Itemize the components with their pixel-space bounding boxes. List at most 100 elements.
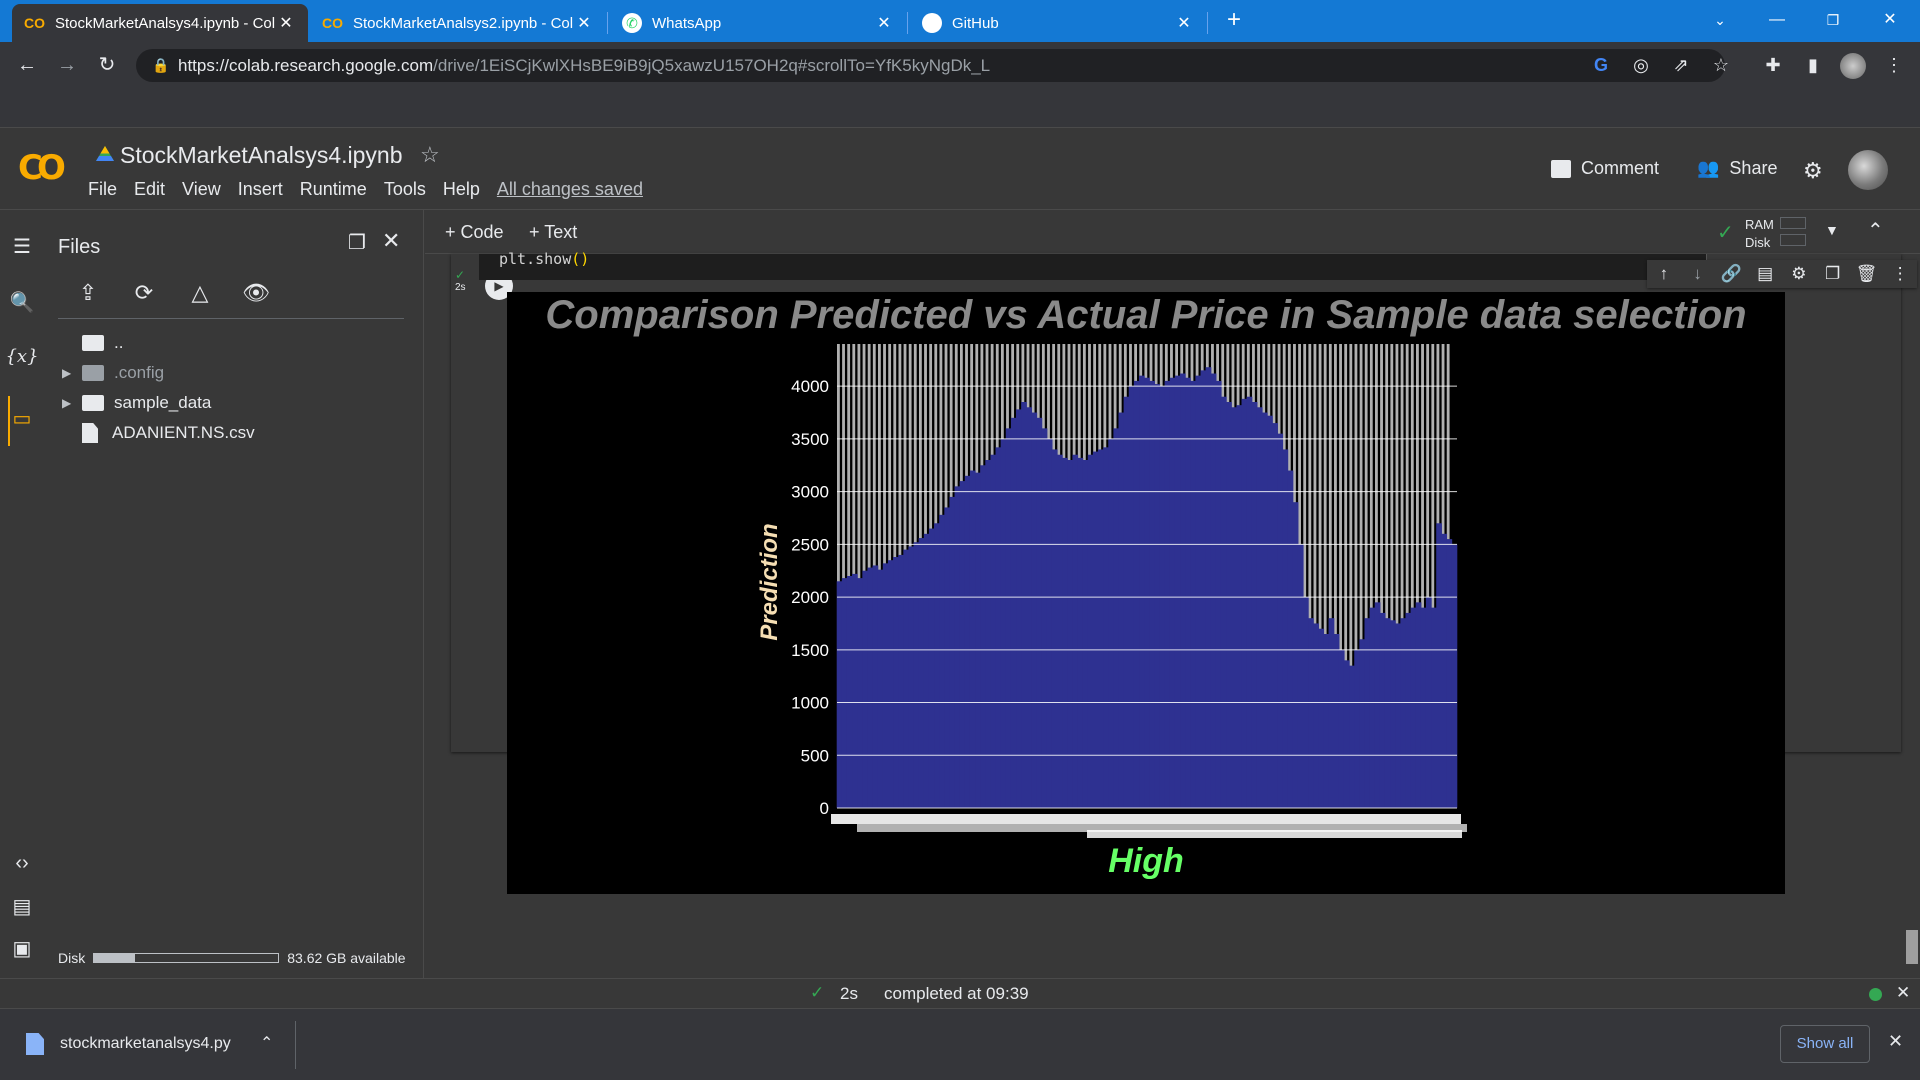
download-filename[interactable]: stockmarketanalsys4.py <box>60 1035 231 1053</box>
close-icon[interactable]: ✕ <box>1896 983 1910 1003</box>
download-options-chevron-icon[interactable]: ⌃ <box>260 1033 273 1053</box>
share-button[interactable]: 👥 Share <box>1697 158 1777 179</box>
new-tab-button[interactable]: + <box>1214 6 1254 34</box>
file-row-sample-data[interactable]: ▶ sample_data <box>62 390 211 416</box>
close-icon[interactable]: ✕ <box>874 13 894 33</box>
more-icon[interactable]: ⋮ <box>1883 260 1917 288</box>
move-down-icon[interactable]: ↓ <box>1681 260 1715 288</box>
menu-help[interactable]: Help <box>443 179 480 200</box>
folder-icon[interactable]: ▭ <box>0 406 44 431</box>
variables-icon[interactable]: {x} <box>0 346 44 367</box>
delete-icon[interactable]: 🗑 <box>1850 260 1884 288</box>
collapse-chevron-icon[interactable]: ⌃ <box>1867 218 1884 243</box>
file-row-config[interactable]: ▶ .config <box>62 360 164 386</box>
tab-whatsapp[interactable]: ✆ WhatsApp ✕ <box>610 4 906 42</box>
bookmark-star-icon[interactable]: ☆ <box>1709 53 1733 77</box>
close-window-button[interactable]: ✕ <box>1870 6 1910 34</box>
star-icon[interactable]: ☆ <box>420 142 440 168</box>
colab-logo[interactable]: CO <box>18 148 66 188</box>
menu-file[interactable]: File <box>88 179 117 200</box>
link-icon[interactable]: 🔗 <box>1715 260 1749 288</box>
predicted-bar <box>841 578 848 808</box>
terminal-icon[interactable]: ▣ <box>0 936 44 961</box>
disk-usage-bar <box>93 953 280 963</box>
forward-arrow-icon[interactable]: → <box>52 50 82 80</box>
reload-icon[interactable]: ↻ <box>92 50 122 80</box>
address-bar[interactable]: 🔒 https://colab.research.google.com/driv… <box>136 49 1725 82</box>
python-file-icon <box>26 1033 44 1055</box>
command-palette-icon[interactable]: ▤ <box>0 894 44 919</box>
file-row-csv[interactable]: ADANIENT.NS.csv <box>78 420 255 446</box>
profile-avatar[interactable] <box>1840 53 1866 79</box>
menu-edit[interactable]: Edit <box>134 179 165 200</box>
move-up-icon[interactable]: ↑ <box>1647 260 1681 288</box>
tab-search-chevron-icon[interactable]: ⌄ <box>1700 6 1740 34</box>
expand-caret-icon[interactable]: ▶ <box>62 366 82 380</box>
scrollbar-thumb[interactable] <box>1906 930 1918 964</box>
show-all-button[interactable]: Show all <box>1780 1025 1870 1063</box>
google-lens-icon[interactable]: G <box>1589 53 1613 77</box>
more-menu-icon[interactable]: ⋮ <box>1882 53 1906 77</box>
check-icon: ✓ <box>810 983 825 1002</box>
mirror-cell-icon[interactable]: ❐ <box>1816 260 1850 288</box>
extensions-icon[interactable]: ✚ <box>1761 53 1785 77</box>
add-text-button[interactable]: + Text <box>529 222 577 243</box>
gear-icon[interactable]: ⚙ <box>1782 260 1816 288</box>
upload-file-icon[interactable]: ⇪ <box>74 280 102 308</box>
predicted-bar <box>1092 451 1099 808</box>
close-icon[interactable]: ✕ <box>574 13 594 33</box>
comment-button[interactable]: Comment <box>1551 158 1659 179</box>
eye-off-icon[interactable]: ◎ <box>1629 53 1653 77</box>
tab-stockmarket4[interactable]: CO StockMarketAnalsys4.ipynb - Col ✕ <box>12 4 308 42</box>
predicted-bar <box>1420 607 1427 808</box>
predicted-bar <box>1313 623 1319 808</box>
predicted-bar <box>1103 447 1109 808</box>
open-in-tab-icon[interactable]: ❐ <box>348 230 366 255</box>
resources-indicator[interactable]: RAM Disk <box>1745 216 1774 252</box>
menu-view[interactable]: View <box>182 179 221 200</box>
disk-label: Disk <box>1745 235 1771 250</box>
dropdown-caret-icon[interactable]: ▼ <box>1825 222 1839 238</box>
expand-caret-icon[interactable]: ▶ <box>62 396 82 410</box>
side-panel-icon[interactable]: ▮ <box>1801 53 1825 77</box>
close-icon[interactable]: ✕ <box>276 13 296 33</box>
close-icon[interactable]: ✕ <box>1888 1031 1903 1052</box>
tab-separator <box>907 12 908 34</box>
table-of-contents-icon[interactable]: ☰ <box>0 234 44 259</box>
file-name: .. <box>114 333 124 352</box>
search-icon[interactable]: 🔍 <box>0 290 44 315</box>
predicted-bar <box>1287 470 1294 808</box>
file-row-up[interactable]: .. <box>82 330 123 356</box>
save-status-link[interactable]: All changes saved <box>497 179 643 200</box>
minimize-button[interactable]: — <box>1757 6 1797 34</box>
menu-insert[interactable]: Insert <box>238 179 283 200</box>
mount-drive-icon[interactable]: △ <box>186 280 214 308</box>
menu-runtime[interactable]: Runtime <box>300 179 367 200</box>
predicted-bar <box>1000 438 1007 808</box>
add-code-button[interactable]: + Code <box>445 222 504 243</box>
menu-tools[interactable]: Tools <box>384 179 426 200</box>
close-icon[interactable]: ✕ <box>382 228 400 254</box>
notebook-title[interactable]: StockMarketAnalsys4.ipynb <box>120 142 403 169</box>
code-editor[interactable]: plt.show() <box>479 252 1707 280</box>
y-tick-label: 2000 <box>791 588 829 607</box>
show-hidden-eye-icon[interactable]: 👁 <box>242 280 270 308</box>
runtime-status-dot <box>1869 988 1882 1001</box>
predicted-bar <box>939 514 945 808</box>
tab-stockmarket2[interactable]: CO StockMarketAnalsys2.ipynb - Col ✕ <box>310 4 606 42</box>
share-page-icon[interactable]: ⇗ <box>1669 53 1693 77</box>
code-snippets-icon[interactable]: ‹› <box>0 852 44 875</box>
predicted-bar <box>1256 407 1263 808</box>
folder-icon <box>82 365 104 381</box>
downloads-bar: stockmarketanalsys4.py ⌃ Show all ✕ <box>0 1008 1920 1080</box>
settings-gear-icon[interactable]: ⚙ <box>1803 158 1823 184</box>
restore-button[interactable]: ❐ <box>1813 6 1853 34</box>
back-arrow-icon[interactable]: ← <box>12 50 42 80</box>
refresh-folder-icon[interactable]: ⟳ <box>130 280 158 308</box>
tab-github[interactable]: GitHub ✕ <box>910 4 1206 42</box>
file-icon <box>82 423 98 443</box>
chart: 0 500 1000 1500 2000 2500 3000 3500 4000 Comparis… <box>545 293 1746 880</box>
comment-icon[interactable]: ▤ <box>1748 260 1782 288</box>
avatar[interactable] <box>1848 150 1888 190</box>
close-icon[interactable]: ✕ <box>1174 13 1194 33</box>
